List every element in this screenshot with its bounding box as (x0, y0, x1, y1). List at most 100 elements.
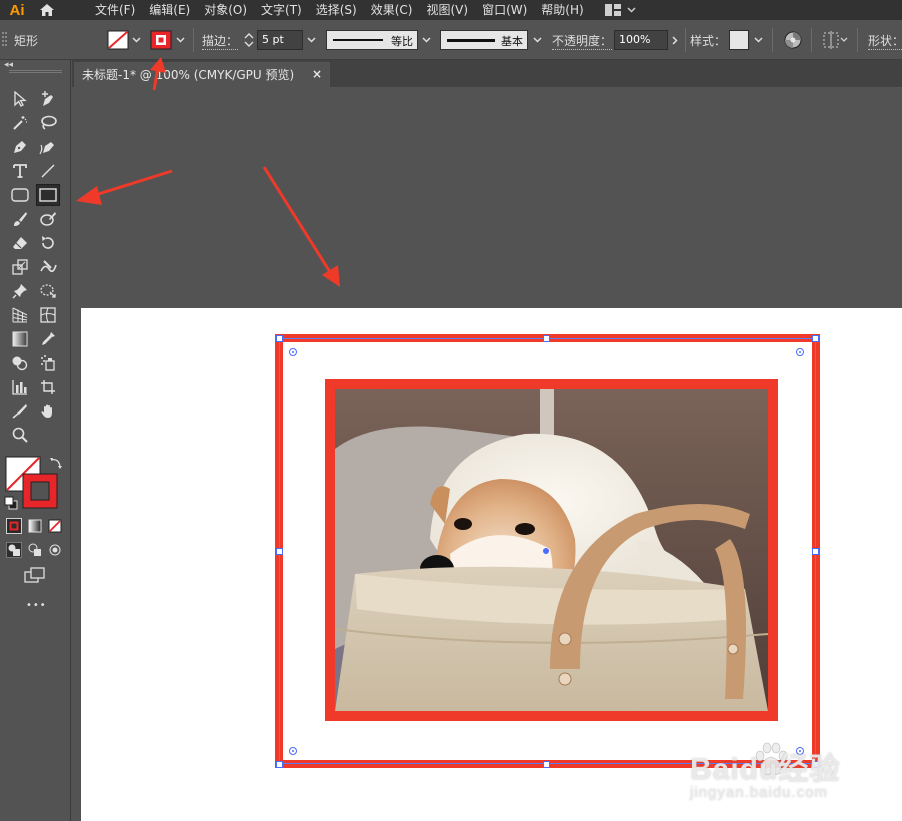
chevron-down-icon (627, 7, 636, 13)
menu-window[interactable]: 窗口(W) (475, 0, 534, 20)
gradient-mode-button[interactable] (27, 518, 43, 534)
eraser-tool[interactable] (8, 232, 32, 254)
corner-radius-widget[interactable] (796, 348, 804, 356)
resize-handle-right[interactable] (812, 548, 819, 555)
draw-normal-button[interactable] (6, 542, 22, 558)
menu-view[interactable]: 视图(V) (419, 0, 475, 20)
solid-color-icon (8, 520, 20, 532)
graphic-style-swatch[interactable] (729, 30, 749, 50)
chevron-down-icon (532, 37, 542, 43)
corner-radius-widget[interactable] (289, 747, 297, 755)
slice-tool[interactable] (8, 400, 32, 422)
brush-definition-select[interactable]: 基本 (440, 30, 528, 50)
panel-grip[interactable] (9, 70, 62, 73)
perspective-grid-tool[interactable] (8, 304, 32, 326)
menu-object[interactable]: 对象(O) (197, 0, 254, 20)
paintbrush-tool[interactable] (8, 208, 32, 230)
brush-dropdown[interactable] (530, 30, 544, 50)
home-icon[interactable] (34, 0, 60, 20)
profile-line-preview (333, 39, 383, 41)
fill-swatch[interactable] (107, 30, 129, 50)
menu-edit[interactable]: 编辑(E) (142, 0, 197, 20)
recolor-artwork-button[interactable] (784, 31, 802, 49)
eyedropper-tool[interactable] (36, 328, 60, 350)
rectangle-tool[interactable] (36, 184, 60, 206)
pencil-tool[interactable] (36, 136, 60, 158)
mesh-tool[interactable] (36, 304, 60, 326)
separator (811, 28, 812, 52)
shaper-tool[interactable] (36, 208, 60, 230)
stroke-weight-stepper[interactable] (243, 30, 255, 50)
paintbrush-icon (14, 212, 27, 226)
warp-icon (40, 260, 57, 273)
separator (193, 28, 194, 52)
rotate-tool[interactable] (36, 232, 60, 254)
width-profile-select[interactable]: 等比 (326, 30, 418, 50)
stroke-weight-dropdown[interactable] (304, 30, 318, 50)
stroke-color-icon (22, 473, 58, 509)
rounded-rectangle-tool[interactable] (8, 184, 32, 206)
symbol-sprayer-tool[interactable] (36, 352, 60, 374)
opacity-label[interactable]: 不透明度： (552, 32, 613, 50)
separator (685, 28, 686, 52)
swap-fill-stroke-button[interactable] (49, 456, 63, 470)
stroke-swatch[interactable] (150, 30, 172, 50)
stepper-arrows-icon (244, 33, 254, 47)
edit-toolbar-button[interactable]: ••• (26, 600, 47, 611)
screen-mode-icon (24, 567, 45, 583)
stroke-weight-input[interactable]: 5 pt (257, 30, 303, 50)
resize-handle-top-right[interactable] (812, 335, 819, 342)
shape-builder-tool[interactable] (8, 352, 32, 374)
resize-handle-top[interactable] (543, 335, 550, 342)
color-mode-button[interactable] (6, 518, 22, 534)
corner-radius-widget[interactable] (289, 348, 297, 356)
document-tab[interactable]: 未标题-1* @ 100% (CMYK/GPU 预览) × (74, 62, 330, 87)
workspace-switcher[interactable] (604, 4, 636, 16)
magic-wand-tool[interactable] (8, 112, 32, 134)
lasso-tool[interactable] (36, 112, 60, 134)
opacity-slider-toggle[interactable] (668, 30, 682, 50)
zoom-tool[interactable] (8, 424, 32, 446)
menu-help[interactable]: 帮助(H) (534, 0, 590, 20)
stroke-dropdown[interactable] (173, 30, 187, 50)
scale-tool[interactable] (8, 256, 32, 278)
pen-tool[interactable] (8, 136, 32, 158)
line-segment-tool[interactable] (36, 160, 60, 182)
default-colors-button[interactable] (4, 496, 18, 510)
menu-select[interactable]: 选择(S) (309, 0, 364, 20)
free-transform-tool[interactable] (36, 280, 60, 302)
fill-dropdown[interactable] (129, 30, 143, 50)
graphic-style-dropdown[interactable] (751, 30, 765, 50)
shape-label[interactable]: 形状： (868, 32, 902, 50)
resize-handle-top-left[interactable] (276, 335, 283, 342)
object-type-label: 矩形 (14, 34, 39, 48)
menu-effect[interactable]: 效果(C) (364, 0, 420, 20)
curvature-tool[interactable] (36, 88, 60, 110)
selection-arrow-icon (14, 91, 27, 107)
gradient-tool[interactable] (8, 328, 32, 350)
draw-behind-button[interactable] (27, 542, 43, 558)
puppet-warp-tool[interactable] (8, 280, 32, 302)
close-tab-icon[interactable]: × (312, 67, 322, 81)
resize-handle-bottom[interactable] (543, 761, 550, 768)
none-mode-button[interactable] (47, 518, 63, 534)
align-button[interactable] (823, 31, 849, 49)
draw-inside-button[interactable] (47, 542, 63, 558)
menu-type[interactable]: 文字(T) (254, 0, 309, 20)
selection-tool[interactable] (8, 88, 32, 110)
resize-handle-left[interactable] (276, 548, 283, 555)
artboard-icon (41, 380, 55, 394)
collapse-panel-icon[interactable]: ◂◂ (4, 60, 13, 70)
width-profile-dropdown[interactable] (419, 30, 433, 50)
stroke-color-indicator[interactable] (22, 473, 58, 509)
stroke-label[interactable]: 描边： (202, 32, 239, 50)
hand-tool[interactable] (36, 400, 60, 422)
screen-mode-button[interactable] (23, 566, 47, 584)
artboard-tool[interactable] (36, 376, 60, 398)
type-tool[interactable] (8, 160, 32, 182)
warp-tool[interactable] (36, 256, 60, 278)
column-graph-tool[interactable] (8, 376, 32, 398)
menu-file[interactable]: 文件(F) (88, 0, 142, 20)
resize-handle-bottom-left[interactable] (276, 761, 283, 768)
opacity-input[interactable]: 100% (614, 30, 668, 50)
